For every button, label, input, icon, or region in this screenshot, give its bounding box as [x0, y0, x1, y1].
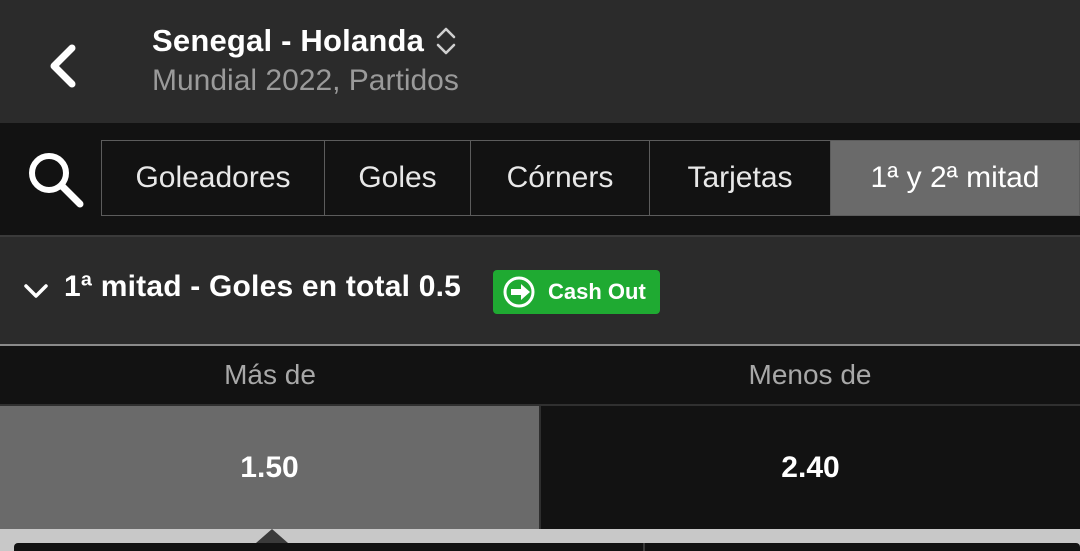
match-switcher-button[interactable]: [434, 24, 458, 58]
outcome-headers: Más de Menos de: [0, 346, 1080, 404]
search-icon: [29, 153, 84, 208]
market-title: 1ª mitad - Goles en total 0.5: [64, 270, 462, 303]
selection-pointer: [256, 529, 288, 543]
match-title: Senegal - Holanda: [152, 23, 425, 58]
match-header: Senegal - Holanda Mundial 2022, Partidos: [0, 0, 1080, 123]
cash-out-icon: [502, 275, 536, 309]
match-title-row[interactable]: Senegal - Holanda: [152, 20, 458, 62]
market-tabs-bar: Goleadores Goles Córners Tarjetas 1ª y 2…: [0, 123, 1080, 235]
odds-button-under[interactable]: 2.40: [539, 406, 1080, 529]
odds-row: 1.50 2.40: [0, 404, 1080, 529]
bet-slip-panel[interactable]: [14, 543, 1080, 551]
column-header-over: Más de: [224, 359, 316, 390]
cash-out-label: Cash Out: [548, 279, 646, 304]
collapse-market-button[interactable]: [20, 275, 52, 307]
competition-subtitle: Mundial 2022, Partidos: [152, 64, 459, 97]
tab-corners[interactable]: Córners: [470, 140, 649, 216]
tab-tarjetas[interactable]: Tarjetas: [649, 140, 830, 216]
sort-updown-icon: [436, 27, 456, 55]
back-button[interactable]: [36, 36, 88, 96]
odds-button-over[interactable]: 1.50: [0, 406, 539, 529]
tab-goleadores[interactable]: Goleadores: [101, 140, 324, 216]
divider: [643, 543, 645, 551]
column-header-under: Menos de: [748, 359, 872, 390]
market-tabs: Goleadores Goles Córners Tarjetas 1ª y 2…: [101, 140, 1080, 216]
tab-1a-y-2a-mitad[interactable]: 1ª y 2ª mitad: [830, 140, 1080, 216]
cash-out-badge[interactable]: Cash Out: [493, 270, 660, 314]
chevron-left-icon: [50, 44, 76, 88]
match-markets-screen: Senegal - Holanda Mundial 2022, Partidos…: [0, 0, 1080, 551]
tab-goles[interactable]: Goles: [324, 140, 470, 216]
chevron-down-icon: [24, 284, 48, 298]
market-header[interactable]: 1ª mitad - Goles en total 0.5 Cash Out: [0, 237, 1080, 344]
search-button[interactable]: [22, 149, 88, 209]
